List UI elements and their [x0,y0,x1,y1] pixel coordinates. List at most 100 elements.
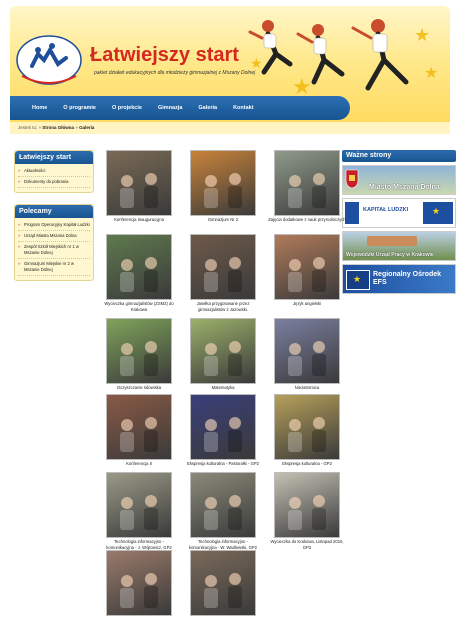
gallery-thumbnail[interactable] [106,394,172,460]
gallery-item[interactable]: Niezatromica [268,318,346,396]
banner-label: Regionalny Ośrodek EFS [373,271,442,286]
gallery-caption[interactable]: Wycieczka do Krakowa, Listopad 2010, GP2 [268,539,346,550]
sidebar-box-title: Łatwiejszy start [15,151,93,164]
gallery-item[interactable]: Gimnazjum Nr 2 [184,150,262,228]
breadcrumb: Jesteś tu: » Strona Główna » Galeria [10,122,450,134]
gallery-caption[interactable]: Wycieczka gimnazjalistów (ZSM2) do Krako… [100,301,178,312]
sidebar-box-title: Polecamy [15,205,93,218]
gallery-thumbnail[interactable] [190,318,256,384]
gallery-caption[interactable]: Zajęcia dodatkowe z nauk przyrodniczych [268,217,346,223]
gallery-thumbnail[interactable] [190,150,256,216]
photo-icon [120,417,158,452]
gallery-item[interactable]: Jasełka przygotowane przez gimnazjalistó… [184,234,262,312]
gallery-item[interactable]: Wycieczka do Krakowa, Listopad 2010, GP2 [268,472,346,550]
banner-regionalny[interactable]: ★ Regionalny Ośrodek EFS [342,264,456,294]
banner-kapital-ludzki[interactable]: KAPITAŁ LUDZKI ★ [342,198,456,228]
photo-icon [120,495,158,530]
site-title: Łatwiejszy start [90,44,239,66]
banner-label: Miasto Mszana Dolna [369,184,440,191]
gallery-thumbnail[interactable] [274,394,340,460]
photo-icon [204,495,242,530]
sidebar-box-polecamy: Polecamy Program Operacyjny Kapitał Ludz… [14,204,94,281]
gallery-caption[interactable]: Gimnazjum Nr 2 [184,217,262,223]
banner-label: KAPITAŁ LUDZKI [363,207,409,213]
gallery-thumbnail[interactable] [190,234,256,300]
eu-flag-icon: ★ [346,270,370,290]
photo-icon [120,257,158,292]
gallery-caption[interactable]: Konferencja II [100,461,178,467]
sidebar-item-zsm1[interactable]: Zespół Szkół Miejskich nr 1 w Mszanie Do… [18,242,90,259]
gallery-caption[interactable]: Niezatromica [268,385,346,391]
gallery-caption[interactable]: Oczyszczanie śdowiska [100,385,178,391]
gallery-item[interactable]: Technologia informacyjno - komunikacyjna… [184,472,262,550]
photo-icon [288,173,326,208]
photo-icon [288,495,326,530]
sidebar-item-dokumenty[interactable]: Dokumenty do pobrania [18,177,90,188]
gallery-thumbnail[interactable] [106,472,172,538]
photo-icon [204,257,242,292]
gallery-caption[interactable]: Język angielski [268,301,346,307]
logo-icon[interactable] [14,32,84,88]
breadcrumb-item-home[interactable]: Strona Główna [42,125,74,130]
gallery-item[interactable]: Technologia informacyjno - komunikacyjna… [100,472,178,550]
nav-item-o-programie[interactable]: O programie [63,105,96,111]
gallery-thumbnail[interactable] [106,150,172,216]
gallery-item[interactable] [100,550,178,617]
nav-item-o-projekcie[interactable]: O projekcie [112,105,142,111]
sidebar-item-urzad[interactable]: Urząd Miasta Mszana Dolna [18,231,90,242]
gallery-item[interactable] [184,550,262,617]
gallery-item[interactable]: Konferencja Inauguracyjna [100,150,178,228]
nav-item-home[interactable]: Home [32,105,47,111]
kl-logo-icon [345,202,359,224]
gallery-thumbnail[interactable] [274,472,340,538]
gallery-item[interactable]: Ekspresja kulturalna - GP2 [268,394,346,472]
gallery-caption[interactable]: Ekspresja kulturalna - GP2 [268,461,346,467]
gallery-item[interactable]: Ekspresja kulturalna - Pastorałki - GP2 [184,394,262,472]
gallery-thumbnail[interactable] [106,234,172,300]
photo-icon [120,341,158,376]
gallery-thumbnail[interactable] [274,234,340,300]
gallery-caption[interactable]: Matematyka [184,385,262,391]
right-column-title: Ważne strony [342,150,456,162]
eu-flag-icon: ★ [423,202,453,224]
photo-icon [288,257,326,292]
sidebar-item-aktualnosci[interactable]: Aktualności [18,166,90,177]
gallery-item[interactable]: Konferencja II [100,394,178,472]
right-column: Ważne strony Miasto Mszana Dolna KAPITAŁ… [342,150,456,294]
gallery-thumbnail[interactable] [190,394,256,460]
photo-icon [204,341,242,376]
gallery-item[interactable]: Matematyka [184,318,262,396]
gallery-thumbnail[interactable] [190,472,256,538]
photo-icon [204,417,242,452]
nav-item-gimnazja[interactable]: Gimnazja [158,105,182,111]
sidebar-item-pokl[interactable]: Program Operacyjny Kapitał Ludzki [18,220,90,231]
gallery-caption[interactable]: Technologia informacyjno - komunikacyjna… [100,539,178,550]
gallery-item[interactable]: Oczyszczanie śdowiska [100,318,178,396]
gallery-thumbnail[interactable] [106,318,172,384]
sidebar-box-latwiejszy: Łatwiejszy start Aktualności Dokumenty d… [14,150,94,193]
nav-item-kontakt[interactable]: Kontakt [233,105,253,111]
photo-icon [288,417,326,452]
gallery-item[interactable]: Język angielski [268,234,346,312]
gallery-item[interactable]: Wycieczka gimnazjalistów (ZSM2) do Krako… [100,234,178,312]
gallery-item[interactable]: Zajęcia dodatkowe z nauk przyrodniczych [268,150,346,228]
gallery-thumbnail[interactable] [274,150,340,216]
gallery-thumbnail[interactable] [106,550,172,616]
gallery-caption[interactable]: Konferencja Inauguracyjna [100,217,178,223]
coat-of-arms-icon [345,169,359,189]
banner-wup[interactable]: Wojewódzki Urząd Pracy w Krakowie [342,231,456,261]
photo-icon [288,341,326,376]
gallery-caption[interactable]: Jasełka przygotowane przez gimnazjalistó… [184,301,262,312]
gallery-caption[interactable]: Technologia informacyjno - komunikacyjna… [184,539,262,550]
main-nav: Home O programie O projekcie Gimnazja Ga… [10,96,350,120]
castle-icon [367,236,417,246]
sidebar-item-gm2[interactable]: Gimnazjum Miejskie nr 2 w Mszanie Dolnej [18,259,90,276]
gallery-thumbnail[interactable] [190,550,256,616]
nav-item-galeria[interactable]: Galeria [198,105,217,111]
gallery-caption[interactable]: Ekspresja kulturalna - Pastorałki - GP2 [184,461,262,467]
photo-icon [120,573,158,608]
banner-mszana[interactable]: Miasto Mszana Dolna [342,165,456,195]
gallery-thumbnail[interactable] [274,318,340,384]
photo-icon [204,573,242,608]
banner-label: Wojewódzki Urząd Pracy w Krakowie [346,252,434,258]
